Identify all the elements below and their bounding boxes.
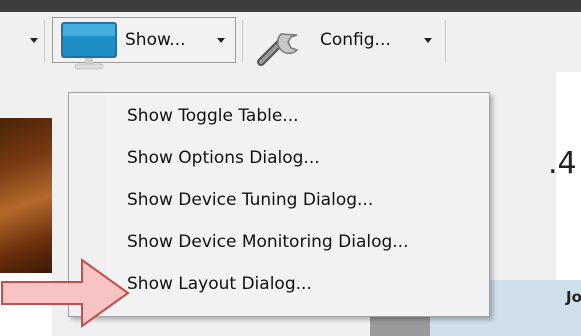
wrench-icon	[257, 33, 299, 66]
menu-item-show-options-dialog[interactable]: Show Options Dialog...	[72, 141, 486, 179]
monitor-icon	[61, 22, 117, 70]
previous-dropdown-caret[interactable]	[30, 38, 38, 43]
menu-item-show-device-tuning-dialog[interactable]: Show Device Tuning Dialog...	[72, 183, 486, 221]
menu-item-label: Show Layout Dialog...	[127, 274, 312, 294]
menu-item-label: Show Options Dialog...	[127, 148, 320, 168]
toolbar-separator	[445, 20, 446, 62]
toolbar-separator	[44, 20, 45, 62]
pointer-arrow-icon	[1, 258, 130, 328]
menu-item-label: Show Device Tuning Dialog...	[127, 190, 374, 210]
config-caret-icon[interactable]	[424, 38, 432, 43]
toolbar-separator	[242, 20, 243, 62]
menu-item-show-toggle-table[interactable]: Show Toggle Table...	[72, 99, 486, 137]
background-text-fragment: Jo	[566, 288, 581, 306]
menu-item-label: Show Device Monitoring Dialog...	[127, 232, 409, 252]
show-button-label: Show...	[125, 30, 186, 50]
menu-item-label: Show Toggle Table...	[127, 106, 299, 126]
show-caret-icon	[217, 38, 225, 43]
background-image-thumbnail	[0, 118, 52, 273]
config-button-label[interactable]: Config...	[320, 30, 391, 50]
background-text-fragment: .4	[548, 146, 577, 181]
window-top-bar	[0, 0, 581, 12]
